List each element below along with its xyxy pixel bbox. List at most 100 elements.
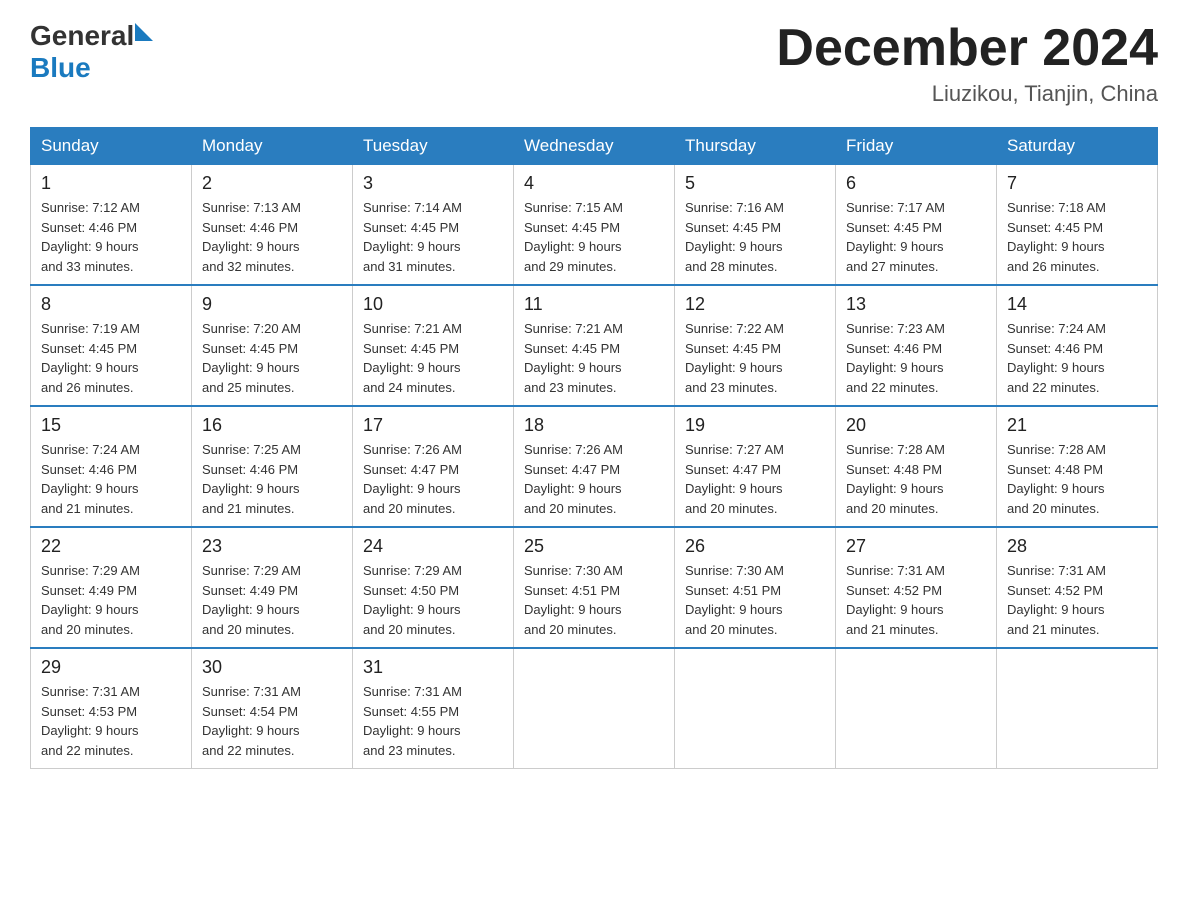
day-info: Sunrise: 7:29 AM Sunset: 4:49 PM Dayligh… (41, 561, 181, 639)
calendar-cell (514, 648, 675, 769)
calendar-week-row: 15 Sunrise: 7:24 AM Sunset: 4:46 PM Dayl… (31, 406, 1158, 527)
day-info: Sunrise: 7:21 AM Sunset: 4:45 PM Dayligh… (524, 319, 664, 397)
weekday-header-friday: Friday (836, 128, 997, 165)
day-info: Sunrise: 7:25 AM Sunset: 4:46 PM Dayligh… (202, 440, 342, 518)
calendar-cell: 12 Sunrise: 7:22 AM Sunset: 4:45 PM Dayl… (675, 285, 836, 406)
day-number: 10 (363, 294, 503, 315)
logo-general: General (30, 20, 134, 52)
day-info: Sunrise: 7:31 AM Sunset: 4:53 PM Dayligh… (41, 682, 181, 760)
day-info: Sunrise: 7:22 AM Sunset: 4:45 PM Dayligh… (685, 319, 825, 397)
day-number: 6 (846, 173, 986, 194)
day-info: Sunrise: 7:13 AM Sunset: 4:46 PM Dayligh… (202, 198, 342, 276)
day-number: 31 (363, 657, 503, 678)
calendar-cell: 7 Sunrise: 7:18 AM Sunset: 4:45 PM Dayli… (997, 165, 1158, 286)
day-number: 14 (1007, 294, 1147, 315)
calendar-cell: 17 Sunrise: 7:26 AM Sunset: 4:47 PM Dayl… (353, 406, 514, 527)
day-number: 30 (202, 657, 342, 678)
day-info: Sunrise: 7:27 AM Sunset: 4:47 PM Dayligh… (685, 440, 825, 518)
weekday-header-sunday: Sunday (31, 128, 192, 165)
calendar-cell: 14 Sunrise: 7:24 AM Sunset: 4:46 PM Dayl… (997, 285, 1158, 406)
calendar-cell: 2 Sunrise: 7:13 AM Sunset: 4:46 PM Dayli… (192, 165, 353, 286)
calendar-cell: 30 Sunrise: 7:31 AM Sunset: 4:54 PM Dayl… (192, 648, 353, 769)
day-number: 18 (524, 415, 664, 436)
day-info: Sunrise: 7:28 AM Sunset: 4:48 PM Dayligh… (1007, 440, 1147, 518)
day-info: Sunrise: 7:23 AM Sunset: 4:46 PM Dayligh… (846, 319, 986, 397)
day-number: 7 (1007, 173, 1147, 194)
day-info: Sunrise: 7:17 AM Sunset: 4:45 PM Dayligh… (846, 198, 986, 276)
page-header: General Blue December 2024 Liuzikou, Tia… (30, 20, 1158, 107)
calendar-cell: 3 Sunrise: 7:14 AM Sunset: 4:45 PM Dayli… (353, 165, 514, 286)
calendar-week-row: 8 Sunrise: 7:19 AM Sunset: 4:45 PM Dayli… (31, 285, 1158, 406)
day-info: Sunrise: 7:18 AM Sunset: 4:45 PM Dayligh… (1007, 198, 1147, 276)
calendar-cell: 28 Sunrise: 7:31 AM Sunset: 4:52 PM Dayl… (997, 527, 1158, 648)
day-number: 1 (41, 173, 181, 194)
day-info: Sunrise: 7:15 AM Sunset: 4:45 PM Dayligh… (524, 198, 664, 276)
day-info: Sunrise: 7:30 AM Sunset: 4:51 PM Dayligh… (685, 561, 825, 639)
day-info: Sunrise: 7:31 AM Sunset: 4:54 PM Dayligh… (202, 682, 342, 760)
day-number: 29 (41, 657, 181, 678)
day-number: 8 (41, 294, 181, 315)
day-number: 20 (846, 415, 986, 436)
calendar-cell: 13 Sunrise: 7:23 AM Sunset: 4:46 PM Dayl… (836, 285, 997, 406)
day-info: Sunrise: 7:31 AM Sunset: 4:55 PM Dayligh… (363, 682, 503, 760)
day-number: 15 (41, 415, 181, 436)
calendar-cell: 16 Sunrise: 7:25 AM Sunset: 4:46 PM Dayl… (192, 406, 353, 527)
calendar-cell: 1 Sunrise: 7:12 AM Sunset: 4:46 PM Dayli… (31, 165, 192, 286)
day-number: 16 (202, 415, 342, 436)
weekday-header-thursday: Thursday (675, 128, 836, 165)
calendar-table: SundayMondayTuesdayWednesdayThursdayFrid… (30, 127, 1158, 769)
day-info: Sunrise: 7:19 AM Sunset: 4:45 PM Dayligh… (41, 319, 181, 397)
calendar-cell: 26 Sunrise: 7:30 AM Sunset: 4:51 PM Dayl… (675, 527, 836, 648)
title-block: December 2024 Liuzikou, Tianjin, China (776, 20, 1158, 107)
day-number: 9 (202, 294, 342, 315)
day-number: 28 (1007, 536, 1147, 557)
day-info: Sunrise: 7:29 AM Sunset: 4:50 PM Dayligh… (363, 561, 503, 639)
calendar-cell: 4 Sunrise: 7:15 AM Sunset: 4:45 PM Dayli… (514, 165, 675, 286)
day-info: Sunrise: 7:20 AM Sunset: 4:45 PM Dayligh… (202, 319, 342, 397)
day-info: Sunrise: 7:24 AM Sunset: 4:46 PM Dayligh… (41, 440, 181, 518)
day-number: 25 (524, 536, 664, 557)
logo-arrow-icon (135, 23, 153, 41)
day-info: Sunrise: 7:26 AM Sunset: 4:47 PM Dayligh… (363, 440, 503, 518)
day-number: 21 (1007, 415, 1147, 436)
day-number: 24 (363, 536, 503, 557)
calendar-cell: 15 Sunrise: 7:24 AM Sunset: 4:46 PM Dayl… (31, 406, 192, 527)
calendar-cell: 9 Sunrise: 7:20 AM Sunset: 4:45 PM Dayli… (192, 285, 353, 406)
calendar-cell: 22 Sunrise: 7:29 AM Sunset: 4:49 PM Dayl… (31, 527, 192, 648)
day-number: 27 (846, 536, 986, 557)
day-info: Sunrise: 7:31 AM Sunset: 4:52 PM Dayligh… (846, 561, 986, 639)
calendar-header-row: SundayMondayTuesdayWednesdayThursdayFrid… (31, 128, 1158, 165)
calendar-cell: 31 Sunrise: 7:31 AM Sunset: 4:55 PM Dayl… (353, 648, 514, 769)
logo-blue: Blue (30, 52, 91, 84)
calendar-cell: 21 Sunrise: 7:28 AM Sunset: 4:48 PM Dayl… (997, 406, 1158, 527)
calendar-cell: 10 Sunrise: 7:21 AM Sunset: 4:45 PM Dayl… (353, 285, 514, 406)
day-info: Sunrise: 7:16 AM Sunset: 4:45 PM Dayligh… (685, 198, 825, 276)
day-number: 26 (685, 536, 825, 557)
calendar-cell: 23 Sunrise: 7:29 AM Sunset: 4:49 PM Dayl… (192, 527, 353, 648)
day-info: Sunrise: 7:12 AM Sunset: 4:46 PM Dayligh… (41, 198, 181, 276)
weekday-header-tuesday: Tuesday (353, 128, 514, 165)
day-number: 2 (202, 173, 342, 194)
calendar-cell: 18 Sunrise: 7:26 AM Sunset: 4:47 PM Dayl… (514, 406, 675, 527)
calendar-cell: 5 Sunrise: 7:16 AM Sunset: 4:45 PM Dayli… (675, 165, 836, 286)
day-number: 19 (685, 415, 825, 436)
calendar-cell: 29 Sunrise: 7:31 AM Sunset: 4:53 PM Dayl… (31, 648, 192, 769)
day-number: 13 (846, 294, 986, 315)
calendar-cell (997, 648, 1158, 769)
day-info: Sunrise: 7:28 AM Sunset: 4:48 PM Dayligh… (846, 440, 986, 518)
calendar-cell: 24 Sunrise: 7:29 AM Sunset: 4:50 PM Dayl… (353, 527, 514, 648)
weekday-header-wednesday: Wednesday (514, 128, 675, 165)
weekday-header-saturday: Saturday (997, 128, 1158, 165)
calendar-week-row: 29 Sunrise: 7:31 AM Sunset: 4:53 PM Dayl… (31, 648, 1158, 769)
day-number: 11 (524, 294, 664, 315)
day-info: Sunrise: 7:26 AM Sunset: 4:47 PM Dayligh… (524, 440, 664, 518)
calendar-cell (675, 648, 836, 769)
calendar-cell: 27 Sunrise: 7:31 AM Sunset: 4:52 PM Dayl… (836, 527, 997, 648)
day-info: Sunrise: 7:29 AM Sunset: 4:49 PM Dayligh… (202, 561, 342, 639)
day-number: 17 (363, 415, 503, 436)
calendar-cell: 25 Sunrise: 7:30 AM Sunset: 4:51 PM Dayl… (514, 527, 675, 648)
calendar-week-row: 22 Sunrise: 7:29 AM Sunset: 4:49 PM Dayl… (31, 527, 1158, 648)
day-info: Sunrise: 7:14 AM Sunset: 4:45 PM Dayligh… (363, 198, 503, 276)
day-number: 3 (363, 173, 503, 194)
day-number: 5 (685, 173, 825, 194)
